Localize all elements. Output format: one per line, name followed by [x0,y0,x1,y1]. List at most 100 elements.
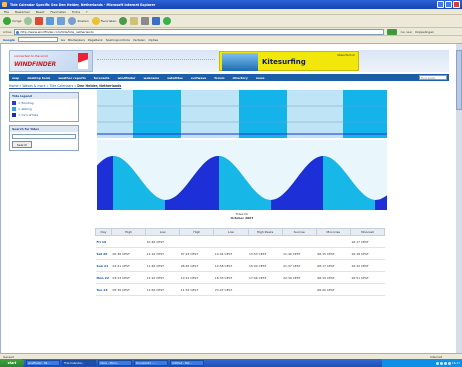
table-cell [248,283,283,296]
table-cell-day: Sat 20 [95,247,112,260]
nav-surfwave[interactable]: surfwave [191,76,207,80]
stop-button[interactable] [35,17,44,25]
history-button[interactable] [119,17,128,25]
tray-icon[interactable] [447,361,451,365]
google-item-spellcheck[interactable]: Spellingcontrole [106,38,130,42]
menu-favorites[interactable]: Favorieten [50,10,66,14]
menu-view[interactable]: Beeld [36,10,45,14]
site-banner: connected to the wind WINDFINDER Kitesur… [9,50,449,72]
back-button[interactable]: Vorige [3,17,21,25]
tide-search-input[interactable] [12,134,76,139]
legend-swatch [12,101,16,105]
tray-icon[interactable] [443,361,447,365]
table-cell [316,235,351,248]
taskbar-item[interactable]: Inbox - Micro... [98,360,132,366]
table-cell: 08:17 CEST [316,259,351,272]
tide-search-button[interactable]: Search [12,141,32,148]
google-toolbar: Google Ga Bladwijzers PageRank Spellingc… [0,36,462,44]
mail-button[interactable] [130,17,139,25]
nav-forum[interactable]: forum [214,76,224,80]
taskbar-item[interactable]: Document1 - ... [134,360,168,366]
tray-icon[interactable] [439,361,443,365]
tray-icon[interactable] [435,361,439,365]
crumb-waves[interactable]: Waves & more [22,84,45,88]
nav-satellites[interactable]: satellites [167,76,183,80]
table-cell: 16:32 CEST [350,259,385,272]
nav-search-input[interactable]: Find spots [419,75,447,80]
favorites-button[interactable]: Favorieten [91,17,117,25]
col-moonrise: Moonrise [315,228,351,236]
nav-news[interactable]: news [256,76,265,80]
google-item-bookmarks[interactable]: Bladwijzers [68,38,85,42]
address-input[interactable]: http://www.windfinder.com/tide/tide_neth… [14,28,385,35]
nav-weather-reports[interactable]: weather reports [58,76,85,80]
edit-button[interactable] [152,17,161,25]
menu-help[interactable]: ? [86,10,88,14]
table-cell: 16:18 CEST [350,247,385,260]
ad-subtitle: Kitesurfschool [337,54,355,57]
nav-desktop-tools[interactable]: desktop tools [27,76,50,80]
back-label: Vorige [12,19,22,23]
tide-chart-top [97,90,387,138]
maximize-button[interactable] [445,1,452,8]
table-cell: 11:16 CEST [145,247,180,260]
table-cell [282,283,317,296]
taskbar-item[interactable]: windfinder - Mi... [26,360,60,366]
menu-file[interactable]: File [4,10,9,14]
system-tray: 16:17 [382,359,462,367]
google-item-translate[interactable]: Vertalen [133,38,146,42]
minimize-button[interactable] [437,1,444,8]
tide-chart-main [97,140,387,210]
google-search-input[interactable] [17,37,58,42]
nav-webcams[interactable]: webcams [144,76,160,80]
table-cell: 15:00 CEST [248,259,283,272]
table-cell: 14:44 CEST [213,247,248,260]
ad-banner[interactable]: Kitesurfing Kitesurfschool [219,51,359,71]
tide-chart: Tides for October 2007 [97,90,387,226]
go-button[interactable] [387,28,398,35]
crumb-tide[interactable]: Tide Calendars [50,84,74,88]
print-button[interactable] [141,17,150,25]
search-button[interactable]: Zoeken [68,17,89,25]
taskbar-item[interactable]: Untitled - Not... [170,360,204,366]
messenger-button[interactable] [163,17,172,25]
table-cell: 16:51 CEST [350,271,385,284]
tide-search-box: Search for tides Search [9,125,79,151]
google-go-button[interactable]: Ga [61,38,65,42]
home-button[interactable] [57,17,66,25]
table-cell: 08:15 CEST [316,247,351,260]
favorites-label: Favorieten [100,19,117,23]
table-cell: 00:36 CEST [111,247,146,260]
scrollbar[interactable] [456,50,462,110]
clock: 16:17 [451,361,460,365]
search-label: Zoeken [77,19,89,23]
google-item-options[interactable]: Opties [148,38,158,42]
address-url: http://www.windfinder.com/tide/tide_neth… [20,29,94,34]
printer-icon [141,17,150,25]
taskbar-item-active[interactable]: Tide Calendar... [62,360,96,366]
table-cell: 03:23 CEST [111,271,146,284]
close-button[interactable] [453,1,460,8]
forward-button[interactable] [24,17,33,25]
address-bar: Adres http://www.windfinder.com/tide/tid… [0,28,462,36]
nav-windfinder[interactable]: windfinder [117,76,135,80]
crumb-home[interactable]: Home [9,84,18,88]
nav-map[interactable]: map [12,76,19,80]
start-button[interactable]: start [0,359,24,367]
refresh-button[interactable] [46,17,55,25]
site-logo[interactable]: connected to the wind WINDFINDER [9,50,93,72]
nav-forecasts[interactable]: forecasts [94,76,110,80]
home-icon [57,17,66,25]
nav-directory[interactable]: directory [232,76,247,80]
chart-caption-line2: October 2007 [230,216,254,220]
window-controls [437,1,460,8]
table-header-row: Day High Low High Low High Peaks Sunrise… [95,228,386,236]
menu-tools[interactable]: Extra [72,10,80,14]
col-moonset: Moonset [349,228,386,236]
menu-edit[interactable]: Bewerken [15,10,30,14]
legend-label: = turn of tide [18,113,39,117]
col-sunrise: Sunrise [281,228,317,236]
google-item-pagerank[interactable]: PageRank [88,38,103,42]
col-high-peaks: High Peaks [247,228,283,236]
links-label[interactable]: Koppelingen [415,30,434,34]
